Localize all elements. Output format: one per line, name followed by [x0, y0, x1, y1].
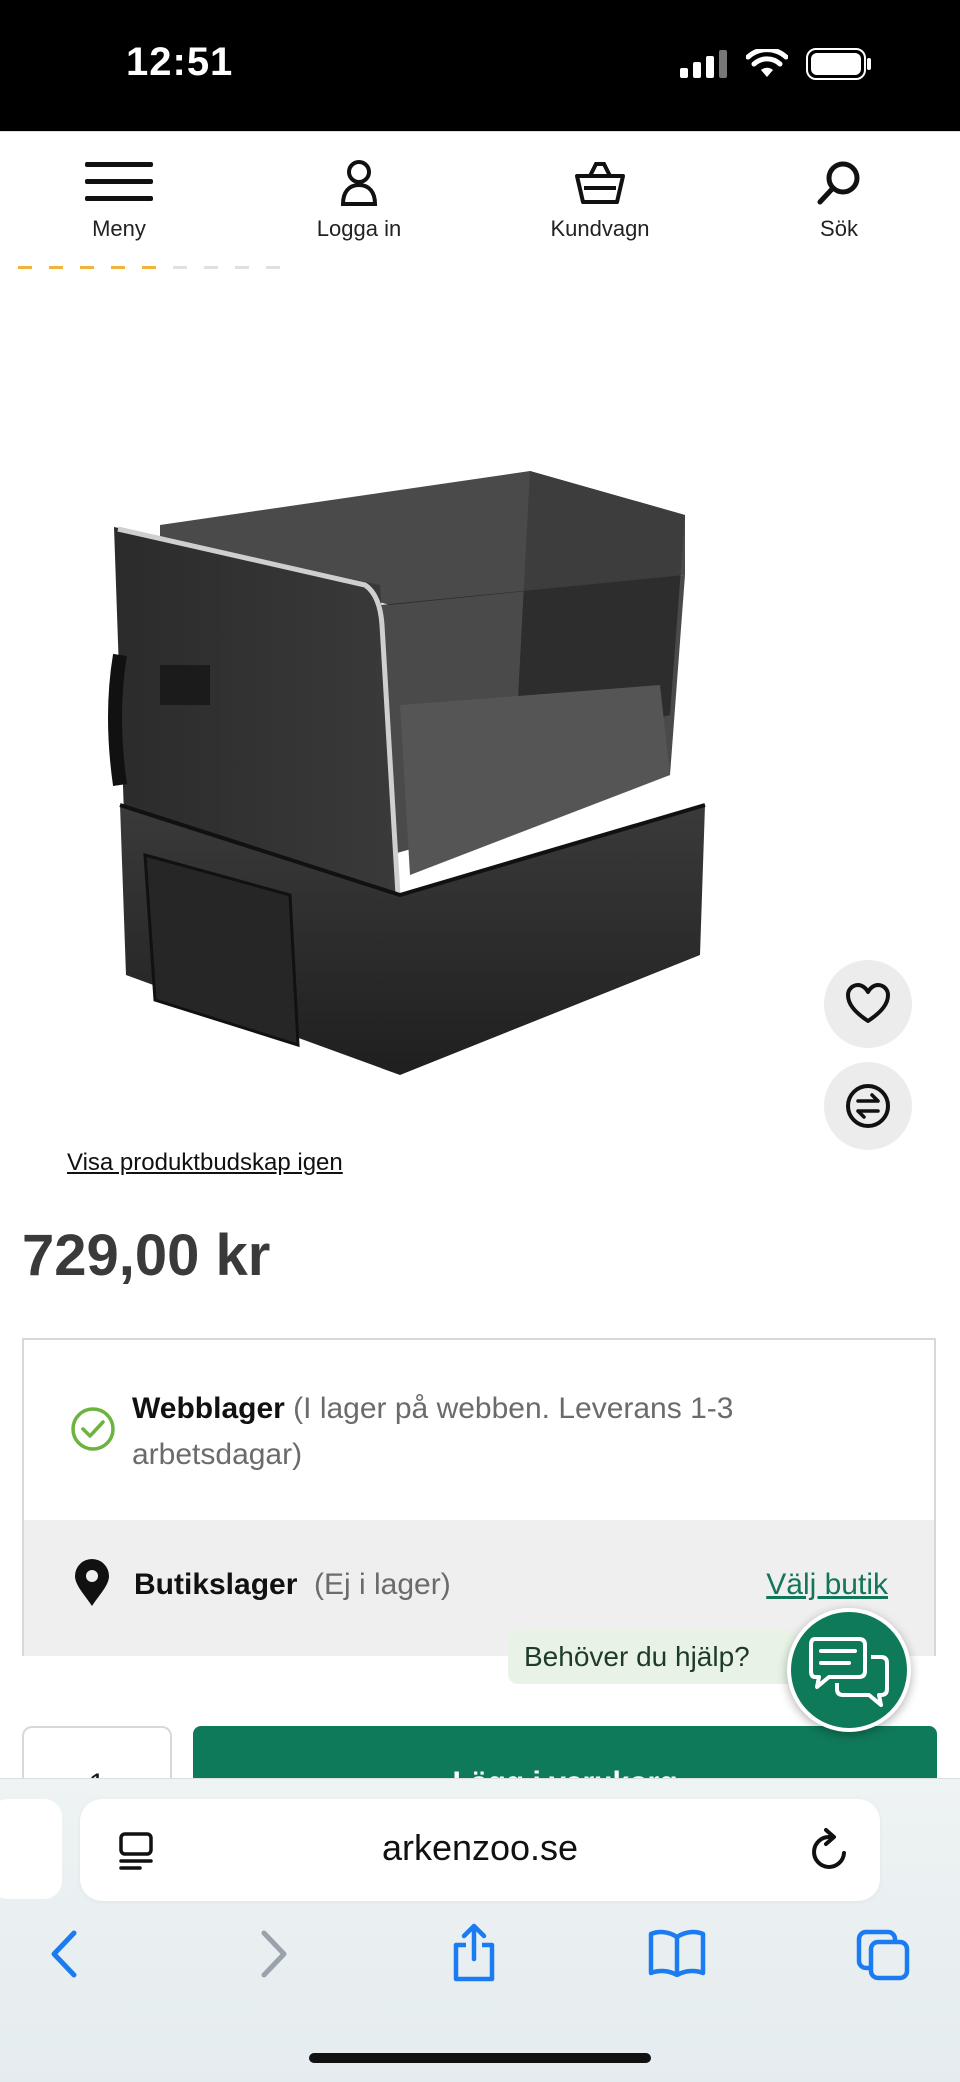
nav-login-label: Logga in	[316, 216, 402, 241]
browser-toolbar: arkenzoo.se	[0, 1778, 960, 2082]
nav-cart-label: Kundvagn	[550, 216, 650, 241]
status-icons	[680, 48, 872, 80]
wifi-icon	[746, 49, 788, 77]
heart-icon	[846, 983, 890, 1023]
address-text[interactable]: arkenzoo.se	[80, 1827, 880, 1869]
stock-info: Webblager (I lager på webben. Leverans 1…	[22, 1338, 936, 1656]
user-icon	[340, 160, 378, 206]
star-icon	[18, 266, 32, 269]
show-product-message-link[interactable]: Visa produktbudskap igen	[67, 1149, 343, 1177]
nav-cart-button[interactable]: Kundvagn	[510, 158, 690, 242]
compare-button[interactable]	[824, 1062, 912, 1150]
tabs-icon[interactable]	[856, 1929, 910, 1981]
browser-nav-buttons	[0, 1923, 960, 1999]
check-circle-icon	[71, 1407, 115, 1451]
star-icon	[80, 266, 94, 269]
nav-menu-button[interactable]: Meny	[29, 158, 209, 242]
star-icon	[49, 266, 63, 269]
wishlist-button[interactable]	[824, 960, 912, 1048]
star-icon	[173, 266, 187, 269]
web-stock-text: Webblager (I lager på webben. Leverans 1…	[132, 1386, 832, 1478]
star-icon	[204, 266, 218, 269]
battery-icon	[806, 48, 871, 80]
web-stock-row: Webblager (I lager på webben. Leverans 1…	[24, 1340, 934, 1522]
chat-prompt[interactable]: Behöver du hjälp?	[508, 1630, 796, 1684]
search-icon	[817, 161, 860, 205]
star-icon	[266, 266, 280, 269]
bookmarks-icon[interactable]	[648, 1929, 706, 1977]
compare-icon	[846, 1084, 890, 1128]
chat-icon	[809, 1637, 889, 1707]
nav-login-button[interactable]: Logga in	[269, 158, 449, 242]
rating-stars	[18, 266, 280, 269]
location-pin-icon	[75, 1559, 109, 1606]
hamburger-icon	[85, 162, 153, 201]
status-bar: 12:51	[0, 0, 960, 131]
store-stock-detail: (Ej i lager)	[314, 1568, 451, 1601]
basket-icon	[575, 162, 625, 204]
status-time: 12:51	[126, 40, 234, 84]
star-icon	[111, 266, 125, 269]
site-nav: Meny Logga in Kundvagn Sök	[0, 131, 960, 268]
star-icon	[235, 266, 249, 269]
web-stock-label: Webblager	[132, 1392, 285, 1425]
product-image	[108, 471, 706, 1075]
product-price: 729,00 kr	[22, 1223, 271, 1288]
nav-menu-label: Meny	[92, 216, 146, 241]
forward-icon[interactable]	[256, 1929, 292, 1979]
nav-search-label: Sök	[820, 216, 858, 241]
store-stock-label: Butikslager	[134, 1568, 298, 1601]
reload-icon[interactable]	[808, 1827, 852, 1873]
nav-search-button[interactable]: Sök	[749, 158, 929, 242]
star-icon	[142, 266, 156, 269]
address-bar[interactable]: arkenzoo.se	[80, 1799, 880, 1901]
chat-button[interactable]	[787, 1608, 911, 1732]
previous-tab-preview[interactable]	[0, 1799, 62, 1899]
back-icon[interactable]	[46, 1929, 82, 1979]
home-indicator	[309, 2053, 651, 2063]
share-icon[interactable]	[450, 1923, 498, 1983]
signal-icon	[680, 50, 727, 78]
choose-store-link[interactable]: Välj butik	[766, 1568, 888, 1602]
